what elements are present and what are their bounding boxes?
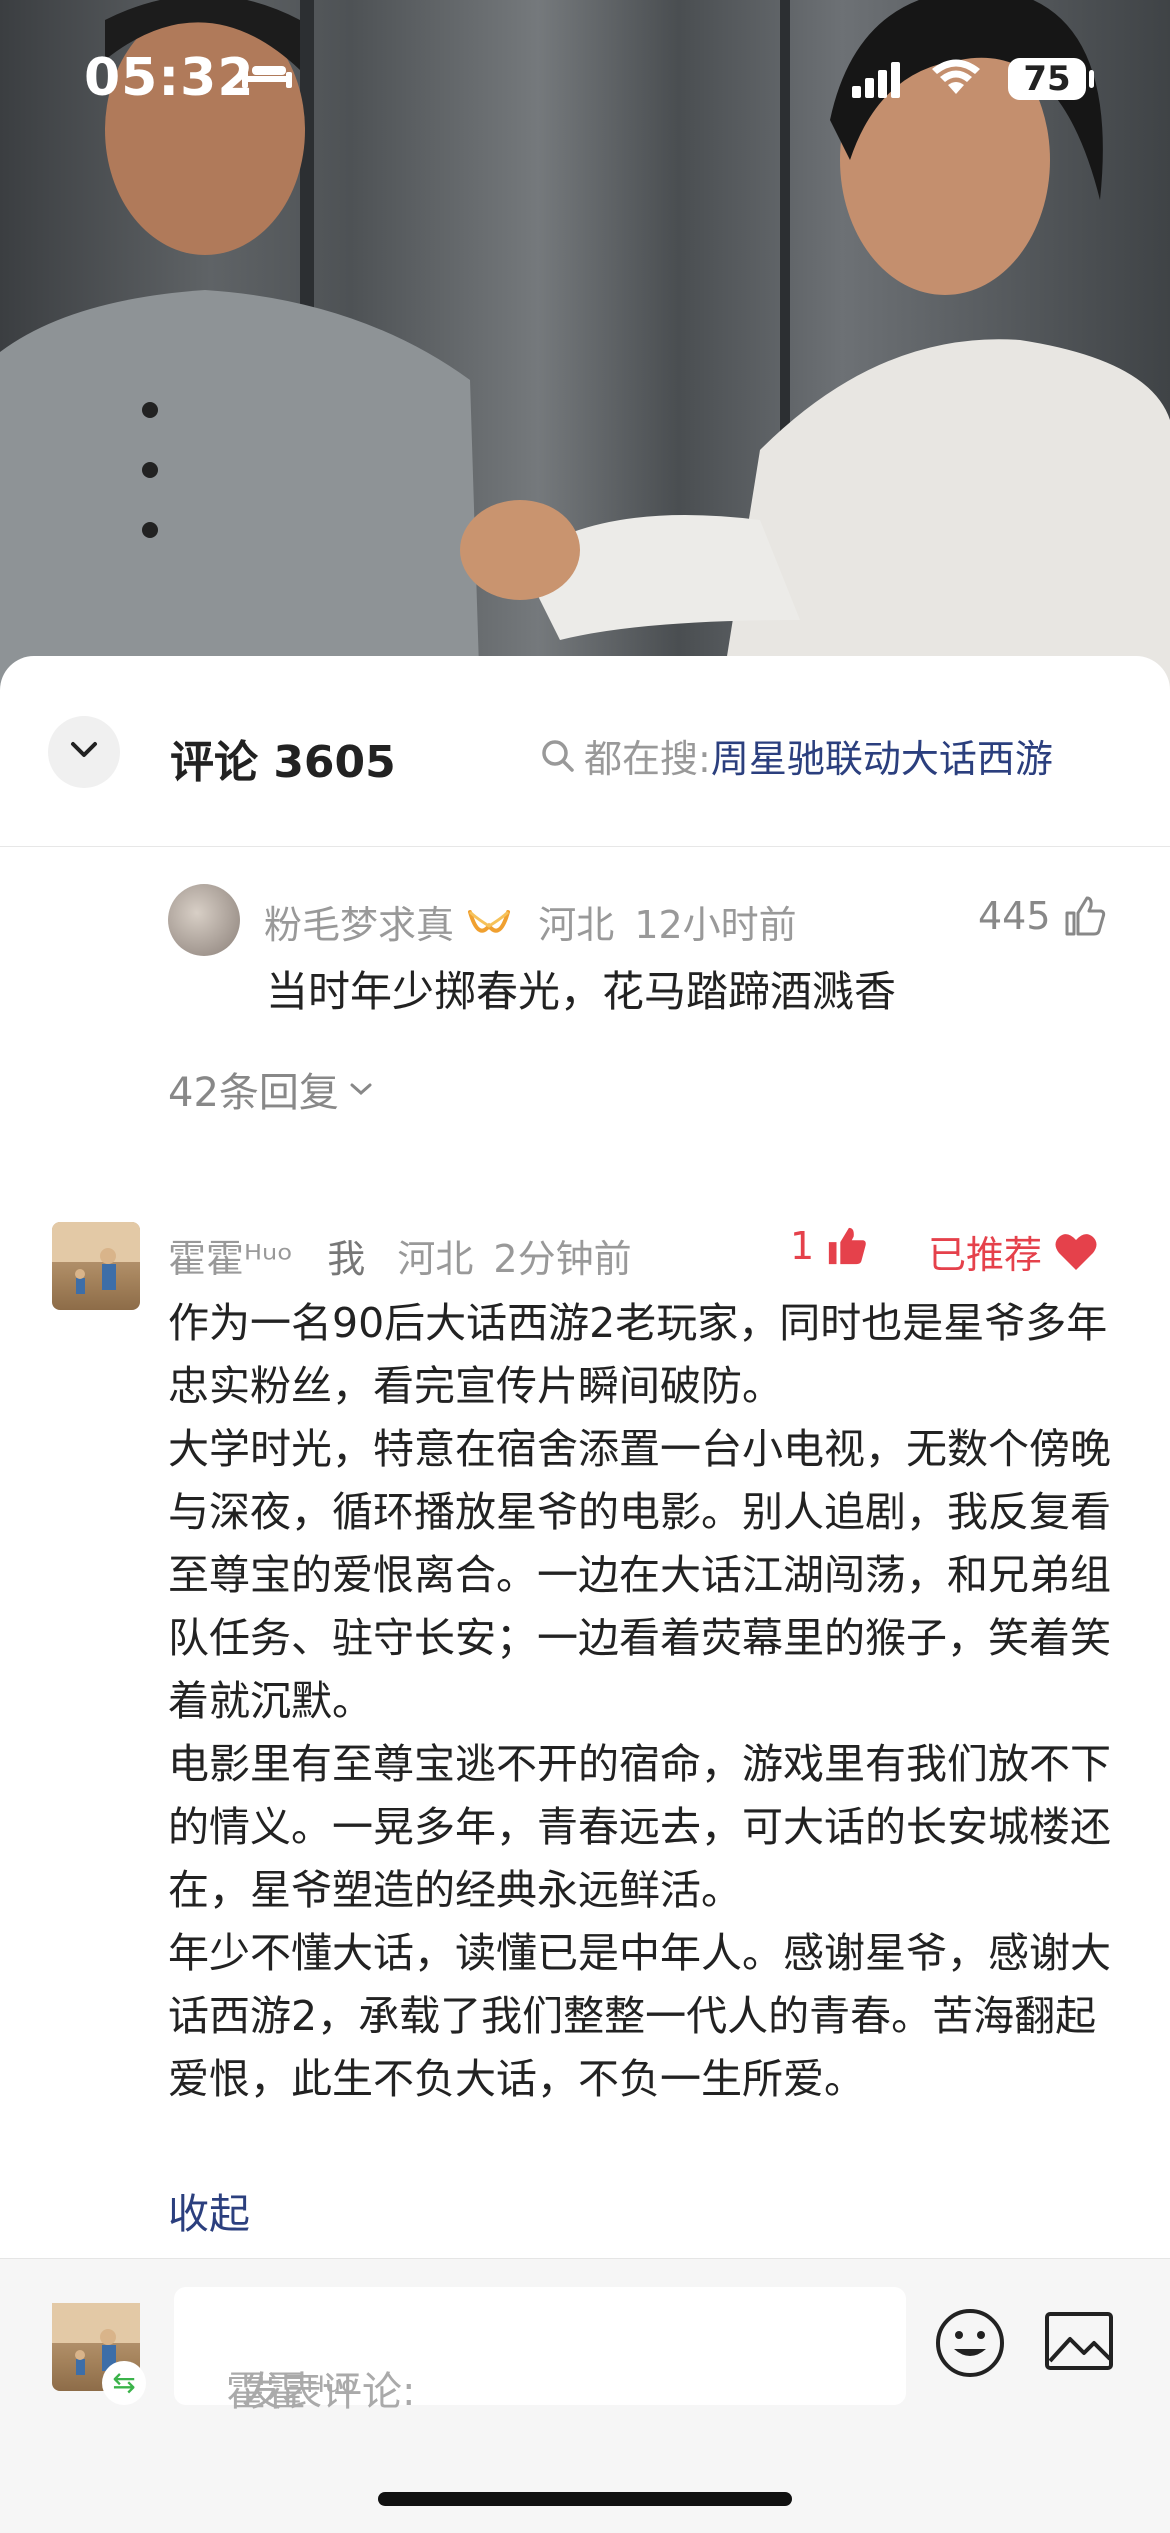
sleep-mode-icon: [242, 64, 292, 88]
comment-time: 12小时前: [634, 903, 797, 947]
comment-meta: 粉毛梦求真 河北 12小时前: [264, 894, 797, 949]
comment-text: 当时年少掷春光，花马踏蹄酒溅香: [266, 967, 897, 1016]
comment-paragraph: 电影里有至尊宝逃不开的宿命，游戏里有我们放不下的情义。一晃多年，青春远去，可大话…: [168, 1740, 1111, 1914]
comment-paragraph: 大学时光，特意在宿舍添置一台小电视，无数个傍晚与深夜，循环播放星爷的电影。别人追…: [168, 1425, 1111, 1725]
comment-text: 作为一名90后大话西游2老玩家，同时也是星爷多年忠实粉丝，看完宣传片瞬间破防。 …: [168, 1292, 1118, 2111]
trending-search[interactable]: 都在搜: 周星驰联动大话西游: [540, 728, 1053, 783]
comment-input[interactable]: 霍霍ᴴᵘᵒ 发表评论:: [174, 2287, 906, 2415]
like-button[interactable]: 1: [790, 1224, 868, 1268]
avatar-photo: [52, 1222, 140, 1294]
comments-title: 评论 3605: [170, 737, 396, 788]
switch-account-icon[interactable]: ⇆: [102, 2361, 146, 2405]
comment-meta: 霍霍ᴴᵘᵒ 我 河北 2分钟前: [168, 1228, 632, 1283]
thumbs-up-filled-icon: [829, 1227, 866, 1265]
collapse-sheet-button[interactable]: [48, 716, 120, 788]
comment-paragraph: 年少不懂大话，读懂已是中年人。感谢星爷，感谢大话西游2，承载了我们整整一代人的青…: [168, 1929, 1111, 2103]
collapse-text-link[interactable]: 收起: [168, 2180, 250, 2240]
comment-username[interactable]: 霍霍ᴴᵘᵒ: [168, 1237, 293, 1281]
comment-location: 河北: [397, 1237, 474, 1281]
avatar[interactable]: [52, 1222, 140, 1310]
composer-placeholder: 发表评论:: [242, 2369, 416, 2415]
heart-icon: [1055, 1233, 1097, 1270]
recommend-button[interactable]: 已推荐: [928, 1224, 1098, 1279]
home-indicator: [378, 2492, 792, 2506]
like-button[interactable]: 445: [978, 894, 1107, 938]
like-count: 1: [790, 1224, 815, 1268]
wifi-icon: [932, 59, 980, 94]
comment-username[interactable]: 粉毛梦求真: [264, 903, 454, 947]
battery-cap: [1089, 70, 1094, 88]
recommended-label: 已推荐: [928, 1233, 1043, 1277]
search-keyword[interactable]: 周星驰联动大话西游: [711, 728, 1053, 783]
emoji-icon[interactable]: [934, 2307, 1006, 2379]
comment-time: 2分钟前: [493, 1237, 632, 1281]
status-time: 05:32: [84, 48, 255, 108]
chevron-down-icon: [350, 1083, 372, 1096]
like-count: 445: [978, 894, 1051, 938]
image-icon[interactable]: [1044, 2311, 1114, 2371]
me-tag: 我: [327, 1237, 366, 1281]
comment-location: 河北: [538, 903, 615, 947]
search-prefix: 都在搜:: [584, 737, 711, 781]
thumbs-up-icon: [1065, 896, 1105, 936]
comment-paragraph: 作为一名90后大话西游2老玩家，同时也是星爷多年忠实粉丝，看完宣传片瞬间破防。: [168, 1299, 1108, 1410]
replies-count: 42条回复: [168, 1070, 339, 1116]
fan-badge-icon: [468, 910, 511, 933]
chevron-down-icon: [71, 742, 97, 757]
cellular-signal-icon: [852, 62, 900, 98]
battery-indicator: 75: [1008, 58, 1086, 100]
comments-header: 评论 3605 都在搜: 周星驰联动大话西游: [0, 656, 1170, 847]
status-bar: 05:32 75: [0, 0, 1170, 150]
avatar[interactable]: [168, 884, 240, 956]
search-icon: [542, 739, 574, 772]
view-replies-button[interactable]: 42条回复: [168, 1060, 375, 1118]
